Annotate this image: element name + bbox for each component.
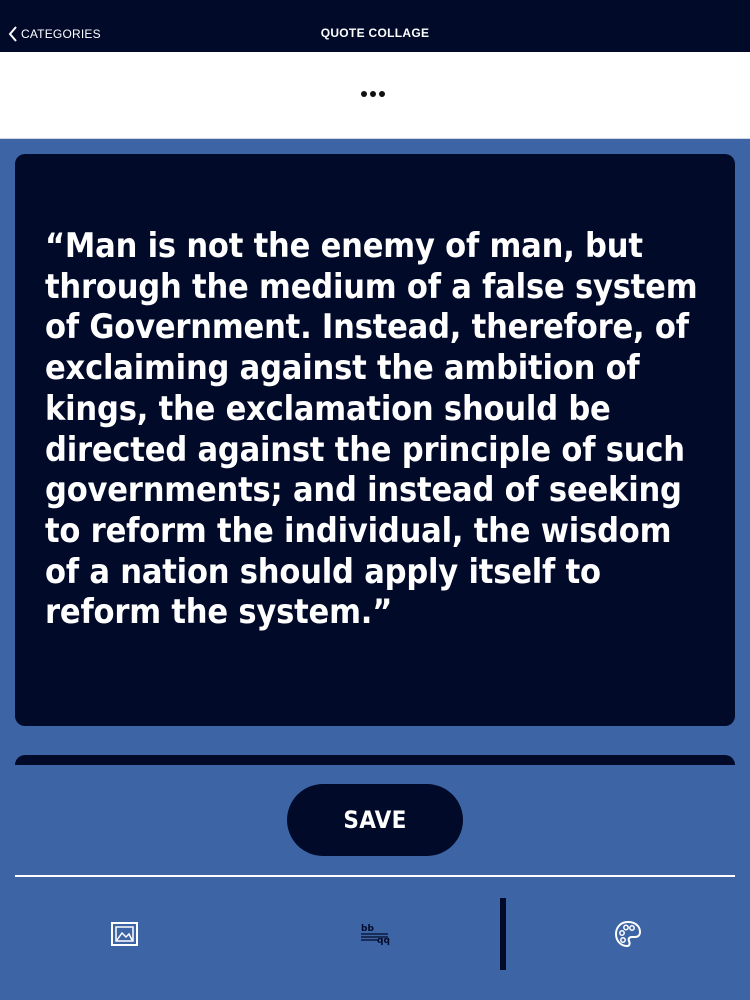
quote-card[interactable]: “Man is not the enemy of man, but throug… [15, 154, 735, 726]
ellipsis-icon [361, 91, 367, 97]
nav-bar: CATEGORIES QUOTE COLLAGE [0, 0, 750, 52]
svg-text:bb: bb [361, 924, 374, 934]
save-button[interactable]: SAVE [287, 784, 463, 856]
ellipsis-icon [379, 91, 385, 97]
quote-text: “Man is not the enemy of man, but throug… [45, 226, 698, 633]
text-format-icon: bb qq [360, 924, 390, 949]
active-tab-indicator [500, 898, 506, 970]
page-title: QUOTE COLLAGE [320, 26, 430, 40]
text-format-tool-button[interactable]: bb qq [360, 923, 390, 950]
ellipsis-icon [370, 91, 376, 97]
image-tool-button[interactable] [111, 922, 138, 951]
palette-icon [614, 920, 642, 952]
more-menu-button[interactable] [361, 91, 385, 97]
svg-text:qq: qq [377, 936, 390, 945]
image-icon [111, 922, 138, 950]
divider [15, 875, 735, 877]
palette-tool-button[interactable] [614, 920, 642, 953]
